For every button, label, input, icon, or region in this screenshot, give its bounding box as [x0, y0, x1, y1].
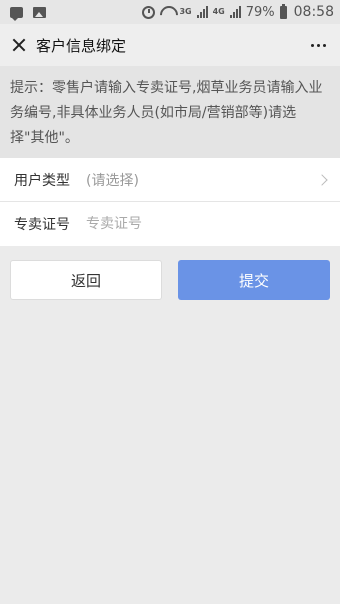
submit-button[interactable]: 提交 — [178, 260, 330, 300]
notice-text: 提示：零售户请输入专卖证号,烟草业务员请输入业务编号,非具体业务人员(如市局/营… — [0, 66, 340, 158]
license-input[interactable] — [86, 216, 286, 232]
more-options-icon[interactable] — [309, 38, 328, 53]
status-bar: 3G 4G 79% 08:58 — [0, 0, 340, 24]
message-icon — [10, 6, 23, 21]
battery-icon — [279, 3, 287, 19]
page-title: 客户信息绑定 — [36, 36, 127, 55]
user-type-value: (请选择) — [86, 172, 139, 189]
signal-icon — [229, 6, 241, 18]
license-row: 专卖证号 — [0, 202, 340, 246]
back-button[interactable]: 返回 — [10, 260, 162, 300]
battery-percent: 79% — [245, 4, 275, 20]
user-type-select[interactable]: 用户类型 (请选择) — [0, 158, 340, 202]
title-bar: 客户信息绑定 — [0, 24, 340, 66]
alarm-icon — [142, 5, 156, 19]
chevron-right-icon — [316, 173, 328, 186]
network-3g-label: 3G — [179, 7, 192, 16]
user-type-label: 用户类型 — [14, 172, 70, 189]
image-icon — [33, 6, 46, 18]
close-icon[interactable] — [12, 38, 26, 52]
status-left-icons — [10, 6, 46, 21]
clock: 08:58 — [293, 4, 334, 20]
license-label: 专卖证号 — [14, 217, 70, 233]
network-4g-label: 4G — [212, 7, 225, 16]
signal-icon — [196, 6, 208, 18]
wifi-icon — [160, 6, 174, 18]
status-right-icons: 3G 4G 79% 08:58 — [142, 3, 334, 20]
